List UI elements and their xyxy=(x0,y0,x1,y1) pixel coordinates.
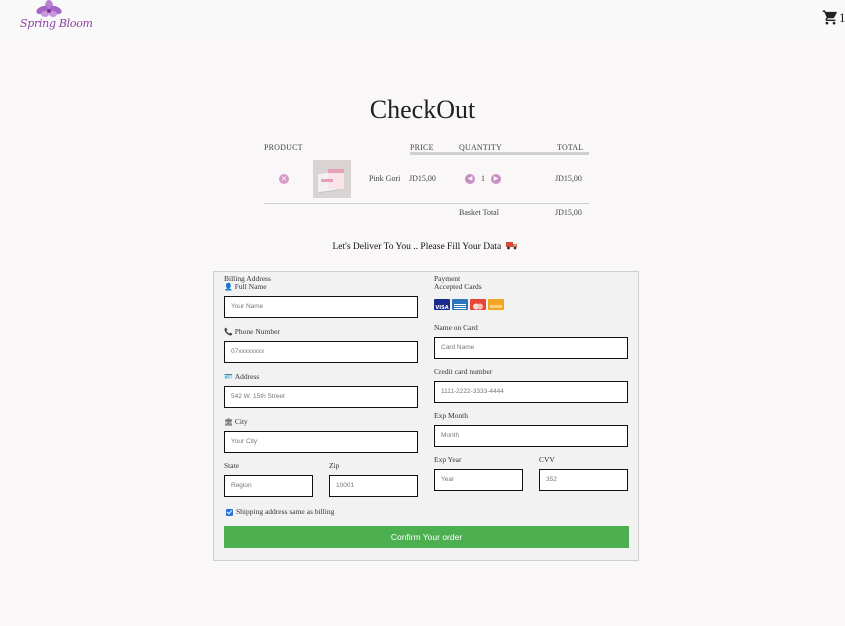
state-label: State xyxy=(224,461,239,470)
logo[interactable]: Spring Bloom xyxy=(20,0,93,34)
id-card-icon: 🪪 xyxy=(224,373,233,381)
cvv-label: CVV xyxy=(539,455,555,464)
row-divider xyxy=(264,203,589,204)
column-header-quantity: QUANTITY xyxy=(459,143,502,152)
shipping-same-label: Shipping address same as billing xyxy=(236,507,335,516)
shopping-cart-icon xyxy=(822,10,837,25)
exp-month-label: Exp Month xyxy=(434,411,468,420)
basket-total-label: Basket Total xyxy=(459,208,499,217)
full-name-input[interactable]: Your Name xyxy=(224,296,418,318)
quantity-decrease-button[interactable]: ◀ xyxy=(465,174,475,184)
remove-item-button[interactable]: ✕ xyxy=(279,174,289,184)
city-input[interactable]: Your City xyxy=(224,431,418,453)
product-quantity: 1 xyxy=(481,174,485,183)
header-divider xyxy=(410,152,589,155)
name-on-card-input[interactable]: Card Name xyxy=(434,337,628,359)
phone-icon: 📞 xyxy=(224,328,233,336)
city-label: 🏛 City xyxy=(224,417,248,426)
discover-icon xyxy=(488,299,504,310)
page-title: CheckOut xyxy=(369,95,476,124)
shipping-same-checkbox[interactable] xyxy=(226,509,233,516)
cvv-input[interactable]: 352 xyxy=(539,469,628,491)
address-label: 🪪 Address xyxy=(224,372,260,381)
mastercard-icon xyxy=(470,299,486,310)
cart-button[interactable]: 1 xyxy=(822,6,845,26)
phone-label: 📞 Phone Number xyxy=(224,327,280,336)
visa-icon: VISA xyxy=(434,299,450,311)
deliver-text: Let's Deliver To You .. Please Fill Your… xyxy=(332,242,502,252)
full-name-label: 👤 Full Name xyxy=(224,282,267,291)
exp-year-input[interactable]: Year xyxy=(434,469,523,491)
accepted-cards: VISA xyxy=(434,299,504,311)
phone-input[interactable]: 07xxxxxxxx xyxy=(224,341,418,363)
svg-text:VISA: VISA xyxy=(435,305,448,311)
top-bar: Spring Bloom 1 xyxy=(0,0,845,34)
product-price: JD15,00 xyxy=(409,174,436,183)
column-header-price: PRICE xyxy=(410,143,434,152)
product-total: JD15,00 xyxy=(555,174,582,183)
name-on-card-label: Name on Card xyxy=(434,323,478,332)
confirm-order-button[interactable]: Confirm Your order xyxy=(224,526,629,548)
cart-count: 1 xyxy=(839,10,845,25)
user-icon: 👤 xyxy=(224,283,233,291)
zip-label: Zip xyxy=(329,461,340,470)
amex-icon xyxy=(452,299,468,310)
product-name: Pink Gori xyxy=(369,174,401,183)
institution-icon: 🏛 xyxy=(224,418,233,426)
truck-icon xyxy=(505,242,517,250)
product-image xyxy=(313,160,351,198)
state-input[interactable]: Region xyxy=(224,475,313,497)
exp-year-label: Exp Year xyxy=(434,455,462,464)
zip-input[interactable]: 10001 xyxy=(329,475,418,497)
quantity-increase-button[interactable]: ▶ xyxy=(491,174,501,184)
logo-text: Spring Bloom xyxy=(20,17,93,30)
card-number-input[interactable]: 1111-2222-3333-4444 xyxy=(434,381,628,403)
column-header-product: PRODUCT xyxy=(264,143,303,152)
accepted-cards-label: Accepted Cards xyxy=(434,282,482,291)
basket-total-value: JD15,00 xyxy=(555,208,582,217)
deliver-message: Let's Deliver To You .. Please Fill Your… xyxy=(0,241,845,252)
exp-month-input[interactable]: Month xyxy=(434,425,628,447)
column-header-total: TOTAL xyxy=(557,143,584,152)
card-number-label: Credit card number xyxy=(434,367,493,376)
address-input[interactable]: 542 W. 15th Street xyxy=(224,386,418,408)
checkout-form: Billing Address 👤 Full Name Your Name 📞 Ph… xyxy=(213,271,639,561)
